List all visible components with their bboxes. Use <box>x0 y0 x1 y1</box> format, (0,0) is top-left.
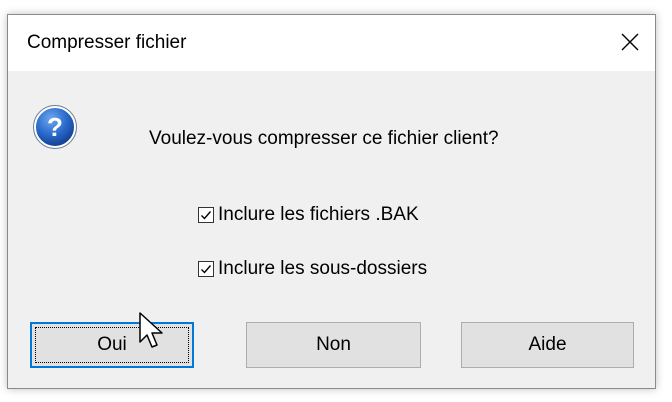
close-icon <box>621 33 639 51</box>
yes-button[interactable]: Oui <box>30 322 194 368</box>
no-button-label: Non <box>316 334 351 355</box>
question-icon: ? <box>33 105 77 149</box>
checkmark-icon <box>201 211 212 220</box>
help-button-label: Aide <box>528 334 567 355</box>
option-include-subfolders[interactable]: Inclure les sous-dossiers <box>198 258 427 280</box>
close-button[interactable] <box>609 19 651 65</box>
dialog-window: Compresser fichier ? Voulez-vous compres… <box>7 14 656 389</box>
mouse-cursor-icon <box>139 312 163 348</box>
checkmark-icon <box>201 265 212 274</box>
option-label-include-subfolders: Inclure les sous-dossiers <box>218 258 428 279</box>
title-bar: Compresser fichier <box>8 15 655 71</box>
option-label-include-bak: Inclure les fichiers .BAK <box>218 204 419 225</box>
checkbox-include-bak[interactable] <box>198 207 214 223</box>
no-button[interactable]: Non <box>246 322 421 368</box>
checkbox-include-subfolders[interactable] <box>198 261 214 277</box>
option-include-bak[interactable]: Inclure les fichiers .BAK <box>198 204 419 226</box>
dialog-title: Compresser fichier <box>27 32 187 53</box>
svg-text:?: ? <box>47 112 63 142</box>
help-button[interactable]: Aide <box>461 322 634 368</box>
dialog-message: Voulez-vous compresser ce fichier client… <box>149 128 499 149</box>
